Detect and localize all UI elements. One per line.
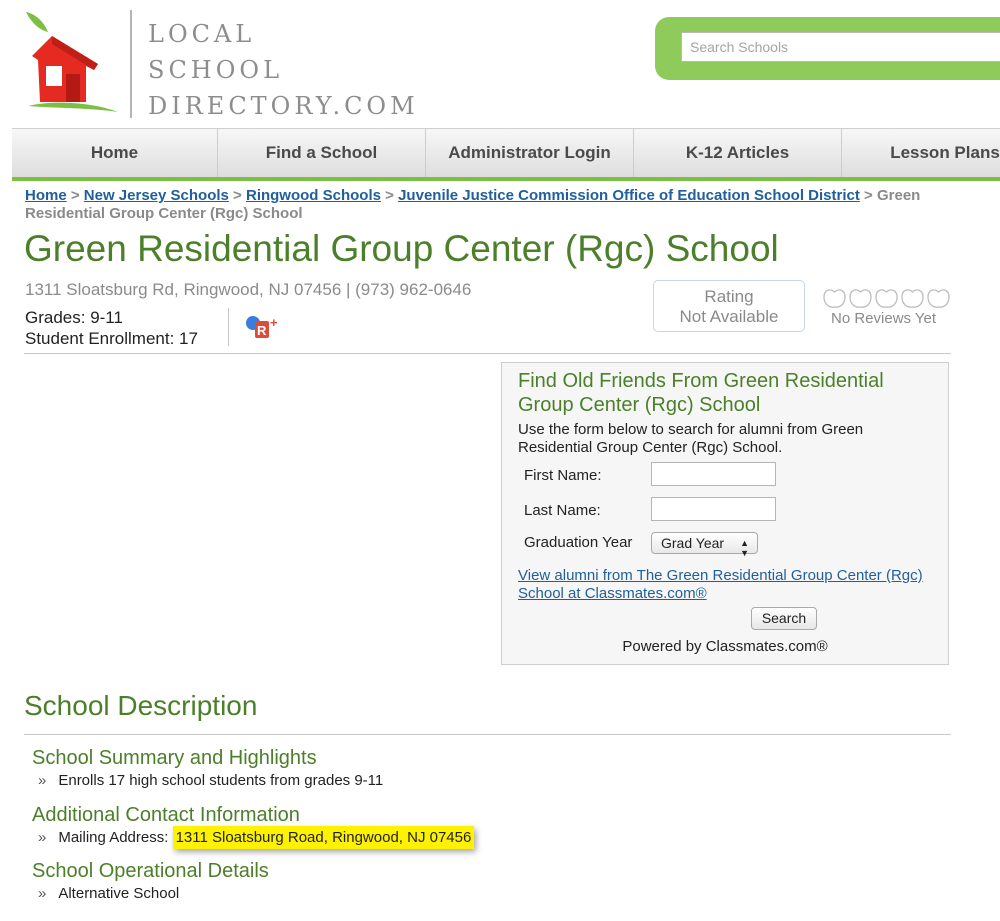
logo-line-school: SCHOOL (148, 56, 284, 84)
mailing-address-label: Mailing Address: (58, 829, 173, 846)
list-item: » Enrolls 17 high school students from gr… (38, 772, 383, 789)
bullet-icon: » (38, 829, 47, 846)
powered-by-classmates: Powered by Classmates.com® (622, 638, 828, 655)
bullet-icon: » (38, 772, 47, 789)
school-stats: Grades: 9-11 Student Enrollment: 17 (25, 307, 198, 349)
contact-heading: Additional Contact Information (32, 804, 300, 826)
rating-value: Not Available (679, 307, 779, 326)
alumni-search-button[interactable]: Search (751, 607, 817, 630)
school-address-phone: 1311 Sloatsburg Rd, Ringwood, NJ 07456 |… (25, 280, 472, 299)
breadcrumb-link-ringwood[interactable]: Ringwood Schools (246, 187, 381, 204)
mailing-address-highlight: 1311 Sloatsburg Road, Ringwood, NJ 07456 (172, 826, 475, 849)
page-title: Green Residential Group Center (Rgc) Sch… (24, 228, 779, 269)
nav-item-find-a-school[interactable]: Find a School (218, 129, 426, 177)
breadcrumb-separator: > (864, 187, 873, 204)
bullet-icon: » (38, 885, 47, 902)
breadcrumb-separator: > (385, 187, 394, 204)
stats-divider (228, 308, 229, 346)
rating-label: Rating (704, 287, 754, 306)
list-item: » Alternative School (38, 885, 179, 902)
logo-divider (130, 10, 132, 118)
apple-rating-icon (823, 289, 846, 308)
house-apple-logo-icon (26, 12, 118, 112)
view-alumni-link[interactable]: View alumni from The Green Residential G… (518, 567, 928, 603)
graduation-year-label: Graduation Year (524, 534, 633, 551)
logo-wordmark: LOCAL SCHOOL DIRECTORY.COM (148, 16, 419, 124)
apple-rating-icon (901, 289, 924, 308)
last-name-field[interactable] (651, 497, 776, 521)
apple-rating-icon (927, 289, 950, 308)
site-logo[interactable]: LOCAL SCHOOL DIRECTORY.COM (22, 10, 472, 120)
breadcrumb-separator: > (70, 187, 80, 204)
review-apples (822, 287, 951, 309)
school-grades: Grades: 9-11 (25, 308, 123, 327)
svg-text:R: R (257, 323, 267, 338)
summary-heading: School Summary and Highlights (32, 747, 317, 769)
graduation-year-select[interactable]: Grad Year ▲ ▼ (651, 532, 758, 558)
rating-box: Rating Not Available (653, 280, 805, 332)
nav-item-k12-articles[interactable]: K-12 Articles (634, 129, 842, 177)
header-divider (24, 353, 951, 354)
nav-item-lesson-plans[interactable]: Lesson Plans (842, 129, 1000, 177)
school-enrollment: Student Enrollment: 17 (25, 329, 198, 348)
classmates-search-box: Find Old Friends From Green Residential … (501, 362, 949, 665)
breadcrumb-link-district[interactable]: Juvenile Justice Commission Office of Ed… (398, 187, 860, 204)
google-plus-icon[interactable]: R + (245, 315, 281, 339)
nav-item-home[interactable]: Home (12, 129, 218, 177)
operational-heading: School Operational Details (32, 860, 269, 882)
last-name-label: Last Name: (524, 502, 601, 519)
classmates-title: Find Old Friends From Green Residential … (518, 370, 884, 416)
breadcrumb-link-new-jersey[interactable]: New Jersey Schools (84, 187, 229, 204)
search-panel (655, 17, 1000, 80)
classmates-description: Use the form below to search for alumni … (518, 421, 864, 456)
svg-text:+: + (270, 315, 278, 330)
apple-rating-icon (849, 289, 872, 308)
school-description-heading: School Description (24, 690, 258, 721)
graduation-year-value: Grad Year (661, 535, 725, 551)
list-item: » Mailing Address: 1311 Sloatsburg Road, … (38, 826, 475, 849)
apple-rating-icon (875, 289, 898, 308)
select-arrows-icon: ▲ ▼ (740, 538, 749, 558)
section-divider (24, 734, 951, 735)
reviews-count[interactable]: No Reviews Yet (831, 310, 936, 327)
main-nav: Home Find a School Administrator Login K… (12, 128, 1000, 181)
breadcrumb-link-home[interactable]: Home (25, 187, 67, 204)
breadcrumb: Home > New Jersey Schools > Ringwood Sch… (25, 187, 955, 223)
summary-item-text: Enrolls 17 high school students from gra… (58, 772, 384, 789)
first-name-label: First Name: (524, 467, 602, 484)
nav-item-administrator-login[interactable]: Administrator Login (426, 129, 634, 177)
search-input[interactable] (681, 32, 1000, 62)
first-name-field[interactable] (651, 462, 776, 486)
logo-line-local: LOCAL (148, 20, 256, 48)
breadcrumb-separator: > (233, 187, 242, 204)
logo-line-directory: DIRECTORY.COM (148, 92, 419, 120)
operational-item-text: Alternative School (58, 885, 180, 902)
